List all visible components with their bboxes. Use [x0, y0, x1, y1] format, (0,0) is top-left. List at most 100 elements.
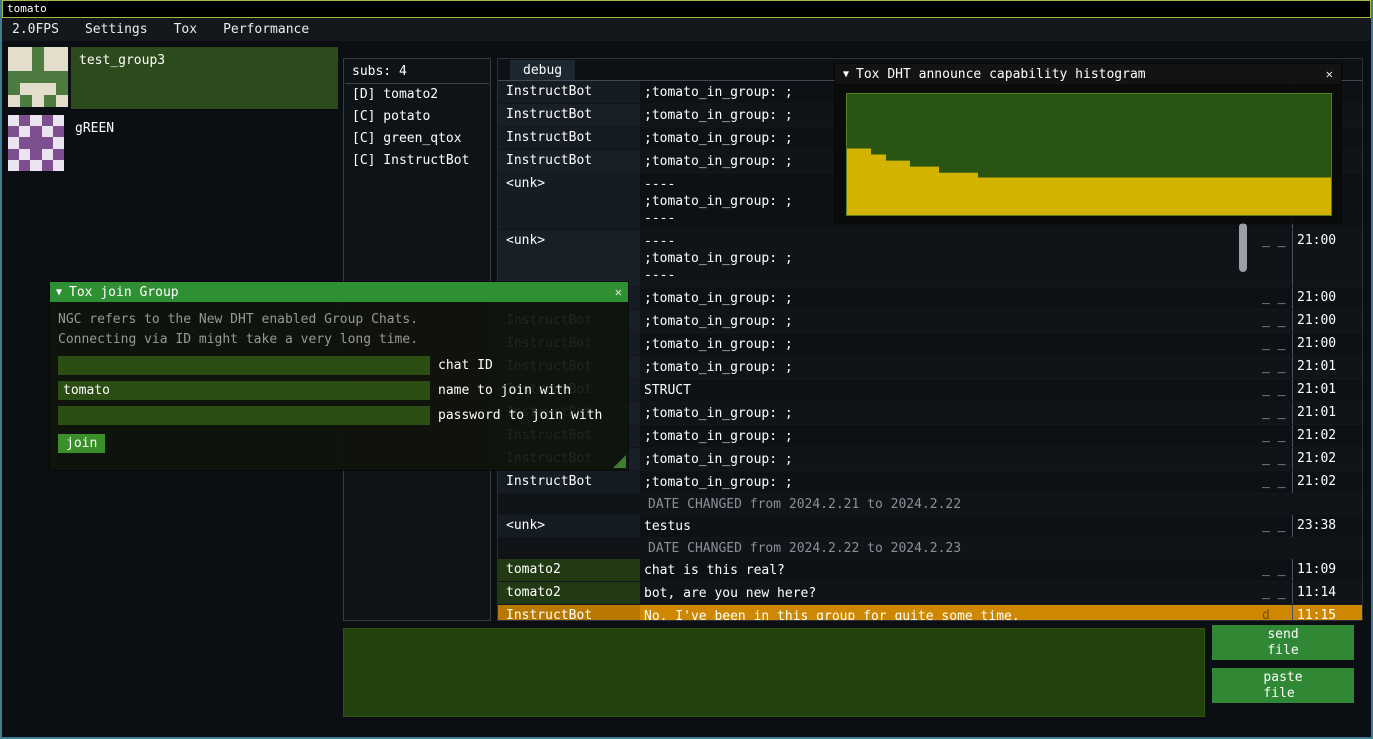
subs-item-c-instructbot[interactable]: [C] InstructBot	[344, 150, 490, 172]
subs-item-c-potato[interactable]: [C] potato	[344, 106, 490, 128]
menu-item-performance[interactable]: Performance	[213, 19, 319, 40]
message-row[interactable]: <unk>---- ;tomato_in_group: ; ----_ _21:…	[498, 230, 1362, 287]
paste-file-label: paste file	[1263, 670, 1302, 702]
avatar-pixel	[53, 160, 64, 171]
message-status: d	[1258, 605, 1292, 620]
message-time: 21:00	[1292, 310, 1362, 332]
message-text: ;tomato_in_group: ;	[640, 356, 1258, 378]
group-avatar	[8, 115, 64, 171]
name-to-join-with-input[interactable]	[58, 381, 430, 400]
window-titlebar: tomato	[2, 0, 1371, 18]
menu-item-settings[interactable]: Settings	[75, 19, 158, 40]
join-field-label: chat ID	[438, 358, 493, 373]
avatar-pixel	[42, 149, 53, 160]
avatar-pixel	[42, 126, 53, 137]
paste-file-button[interactable]: paste file	[1212, 668, 1354, 703]
message-status: _ _	[1258, 287, 1292, 307]
sender-name: tomato2	[498, 559, 640, 581]
avatar-pixel	[56, 71, 68, 83]
avatar-pixel	[8, 160, 19, 171]
avatar-pixel	[20, 95, 32, 107]
message-row[interactable]: <unk>testus_ _23:38	[498, 515, 1362, 538]
message-status: _ _	[1258, 333, 1292, 353]
join-info-line: NGC refers to the New DHT enabled Group …	[58, 310, 620, 330]
date-changed-row: DATE CHANGED from 2024.2.21 to 2024.2.22	[498, 494, 1362, 515]
sender-name: <unk>	[498, 230, 640, 286]
window-title: tomato	[7, 2, 47, 15]
sender-name: InstructBot	[498, 104, 640, 126]
avatar-pixel	[8, 83, 20, 95]
collapse-icon[interactable]: ▼	[56, 287, 62, 298]
avatar-pixel	[30, 126, 41, 137]
message-time: 11:14	[1292, 582, 1362, 604]
avatar-pixel	[30, 160, 41, 171]
avatar-pixel	[8, 95, 20, 107]
date-changed-row: DATE CHANGED from 2024.2.22 to 2024.2.23	[498, 538, 1362, 559]
avatar-pixel	[20, 59, 32, 71]
avatar-pixel	[42, 137, 53, 148]
avatar-pixel	[44, 95, 56, 107]
avatar-pixel	[20, 71, 32, 83]
group-item-test-group3[interactable]: test_group3	[8, 47, 338, 109]
message-status: _ _	[1258, 402, 1292, 422]
avatar-pixel	[56, 47, 68, 59]
join-info-line: Connecting via ID might take a very long…	[58, 330, 620, 350]
avatar-pixel	[32, 71, 44, 83]
collapse-icon[interactable]: ▼	[843, 69, 849, 80]
send-file-label: send file	[1267, 627, 1298, 659]
message-row[interactable]: InstructBot;tomato_in_group: ;_ _21:02	[498, 471, 1362, 494]
resize-grip[interactable]	[613, 455, 626, 468]
message-text: chat is this real?	[640, 559, 1258, 581]
message-time: 11:15	[1292, 605, 1362, 620]
chat-id-input[interactable]	[58, 356, 430, 375]
message-text: testus	[640, 515, 1258, 537]
avatar-pixel	[30, 137, 41, 148]
join-group-titlebar[interactable]: ▼ Tox join Group ✕	[50, 282, 628, 302]
tab-debug[interactable]: debug	[510, 60, 575, 80]
menu-bar: 2.0FPSSettingsToxPerformance	[2, 18, 1371, 41]
message-row[interactable]: tomato2bot, are you new here?_ _11:14	[498, 582, 1362, 605]
subs-item-c-green-qtox[interactable]: [C] green_qtox	[344, 128, 490, 150]
message-text: No, I've been in this group for quite so…	[640, 605, 1258, 620]
chat-scrollbar[interactable]	[1239, 223, 1247, 272]
password-to-join-with-input[interactable]	[58, 406, 430, 425]
avatar-pixel	[44, 59, 56, 71]
message-row[interactable]: InstructBotNo, I've been in this group f…	[498, 605, 1362, 620]
send-file-button[interactable]: send file	[1212, 625, 1354, 660]
message-time: 21:01	[1292, 379, 1362, 401]
join-button[interactable]: join	[58, 434, 105, 453]
join-group-body: NGC refers to the New DHT enabled Group …	[50, 302, 628, 470]
menu-item-tox[interactable]: Tox	[164, 19, 207, 40]
avatar-pixel	[8, 149, 19, 160]
message-status: _ _	[1258, 230, 1292, 250]
avatar-pixel	[32, 83, 44, 95]
group-item-green[interactable]: gREEN	[8, 115, 338, 173]
message-time: 21:01	[1292, 356, 1362, 378]
avatar-pixel	[32, 47, 44, 59]
message-status: _ _	[1258, 310, 1292, 330]
avatar-pixel	[44, 83, 56, 95]
message-time: 21:01	[1292, 402, 1362, 424]
sender-name: tomato2	[498, 582, 640, 604]
message-text: ;tomato_in_group: ;	[640, 287, 1258, 309]
message-row[interactable]: tomato2chat is this real?_ _11:09	[498, 559, 1362, 582]
avatar-pixel	[53, 115, 64, 126]
message-text: ;tomato_in_group: ;	[640, 402, 1258, 424]
avatar-pixel	[8, 115, 19, 126]
close-icon[interactable]: ✕	[615, 285, 622, 299]
histogram-title: Tox DHT announce capability histogram	[856, 67, 1146, 82]
message-input[interactable]	[343, 628, 1205, 717]
histogram-area	[847, 149, 1331, 216]
close-icon[interactable]: ✕	[1326, 67, 1333, 81]
message-status: _ _	[1258, 448, 1292, 468]
avatar-pixel	[32, 95, 44, 107]
avatar-pixel	[8, 126, 19, 137]
date-changed-text: DATE CHANGED from 2024.2.21 to 2024.2.22	[644, 494, 965, 514]
histogram-titlebar[interactable]: ▼ Tox DHT announce capability histogram …	[835, 64, 1341, 84]
avatar-pixel	[32, 59, 44, 71]
join-field-label: name to join with	[438, 383, 571, 398]
subs-item-d-tomato2[interactable]: [D] tomato2	[344, 84, 490, 106]
message-status: _ _	[1258, 559, 1292, 579]
avatar-pixel	[8, 71, 20, 83]
subs-list: [D] tomato2[C] potato[C] green_qtox[C] I…	[344, 84, 490, 172]
